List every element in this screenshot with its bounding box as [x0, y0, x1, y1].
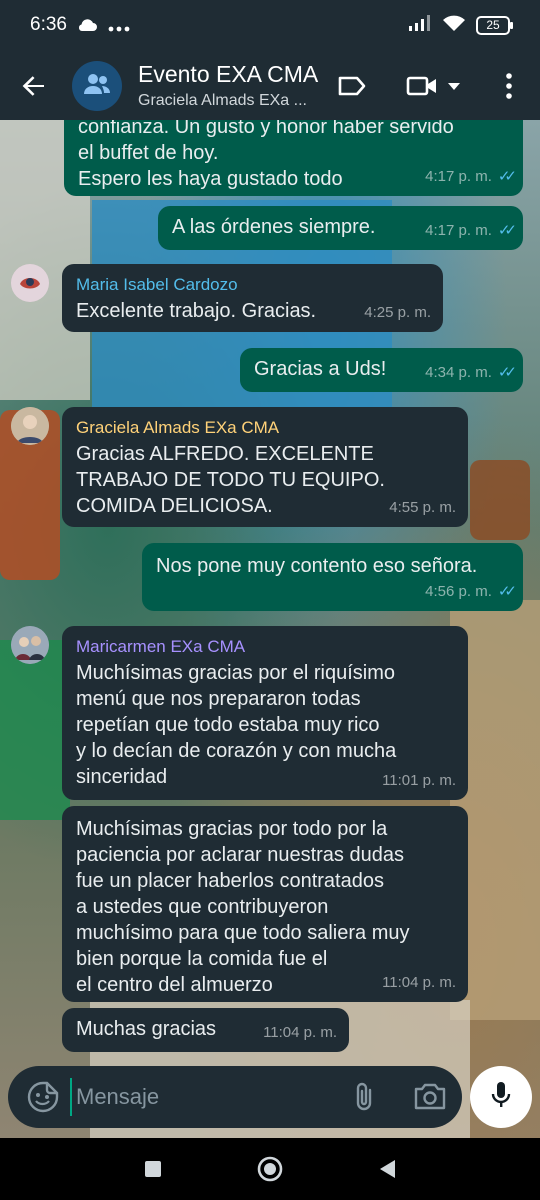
avatar-maricarmen[interactable] [11, 626, 49, 664]
home-circle-icon[interactable] [255, 1154, 285, 1184]
message-meta: 11:04 p. m. [382, 974, 456, 991]
mic-icon [490, 1080, 512, 1115]
wallpaper-green-cloth [0, 640, 70, 820]
avatar-graciela[interactable] [11, 407, 49, 445]
message-bubble-outgoing[interactable]: Gracias a Uds! 4:34 p. m. ✓✓ [240, 348, 523, 392]
message-bubble-incoming[interactable]: Graciela Almads EXa CMA Gracias ALFREDO.… [62, 407, 468, 527]
mic-button[interactable] [470, 1066, 532, 1128]
message-meta: 4:25 p. m. [364, 304, 431, 321]
message-bubble-incoming[interactable]: Maricarmen EXa CMA Muchísimas gracias po… [62, 626, 468, 800]
label-icon[interactable] [336, 70, 368, 102]
chat-header: Evento EXA CMA Graciela Almads EXa ... [0, 52, 540, 120]
message-text: Nos pone muy contento eso señora. [156, 555, 478, 577]
emoji-sticker-icon[interactable] [26, 1080, 60, 1114]
chat-subtitle[interactable]: Graciela Almads EXa ... [138, 92, 307, 110]
message-input[interactable] [70, 1078, 330, 1116]
read-ticks-icon: ✓✓ [497, 364, 517, 381]
message-bubble-outgoing[interactable]: A las órdenes siempre. 4:17 p. m. ✓✓ [158, 206, 523, 250]
system-nav-bar [0, 1138, 540, 1200]
battery-indicator: 25 [476, 16, 513, 35]
recents-square-icon[interactable] [138, 1154, 168, 1184]
read-ticks-icon: ✓✓ [497, 583, 517, 600]
back-triangle-icon[interactable] [372, 1154, 402, 1184]
sender-name[interactable]: Maricarmen EXa CMA [76, 636, 454, 658]
message-meta: 4:34 p. m. ✓✓ [425, 360, 517, 386]
chat-messages[interactable]: confianza. Un gusto y honor haber servid… [0, 120, 540, 1138]
message-bubble-outgoing[interactable]: confianza. Un gusto y honor haber servid… [64, 120, 523, 196]
message-bubble-incoming[interactable]: Muchas gracias 11:04 p. m. [62, 1008, 349, 1052]
message-meta: 4:17 p. m. ✓✓ [425, 218, 517, 244]
group-avatar[interactable] [72, 61, 122, 111]
more-dots-icon [108, 19, 130, 37]
chat-title[interactable]: Evento EXA CMA [138, 61, 318, 88]
back-arrow-icon[interactable] [18, 70, 50, 102]
message-meta: 4:56 p. m. ✓✓ [425, 579, 517, 605]
message-meta: 11:01 p. m. [382, 772, 456, 789]
video-call-icon[interactable] [406, 70, 438, 102]
avatar-maria-isabel[interactable] [11, 264, 49, 302]
cloud-icon [76, 17, 98, 38]
attach-clip-icon[interactable] [348, 1080, 382, 1114]
wifi-icon [442, 14, 466, 37]
read-ticks-icon: ✓✓ [497, 222, 517, 239]
group-icon [83, 73, 111, 100]
message-meta: 11:04 p. m. [263, 1024, 337, 1041]
composer-bar [0, 1058, 540, 1138]
status-time: 6:36 [30, 14, 67, 35]
message-meta: 4:55 p. m. [389, 499, 456, 516]
read-ticks-icon: ✓✓ [497, 168, 517, 185]
camera-icon[interactable] [412, 1080, 448, 1114]
status-bar: 6:36 25 [0, 0, 540, 52]
signal-icon [408, 14, 432, 37]
sender-name[interactable]: Maria Isabel Cardozo [76, 274, 429, 296]
message-composer[interactable] [8, 1066, 462, 1128]
sender-name[interactable]: Graciela Almads EXa CMA [76, 417, 454, 439]
message-bubble-outgoing[interactable]: Nos pone muy contento eso señora. 4:56 p… [142, 543, 523, 611]
message-bubble-incoming[interactable]: Maria Isabel Cardozo Excelente trabajo. … [62, 264, 443, 332]
dropdown-icon[interactable] [442, 70, 466, 102]
message-bubble-incoming[interactable]: Muchísimas gracias por todo por la pacie… [62, 806, 468, 1002]
more-vert-icon[interactable] [494, 70, 524, 102]
wallpaper-vase-right [470, 460, 530, 540]
message-meta: 4:17 p. m. ✓✓ [425, 164, 517, 190]
